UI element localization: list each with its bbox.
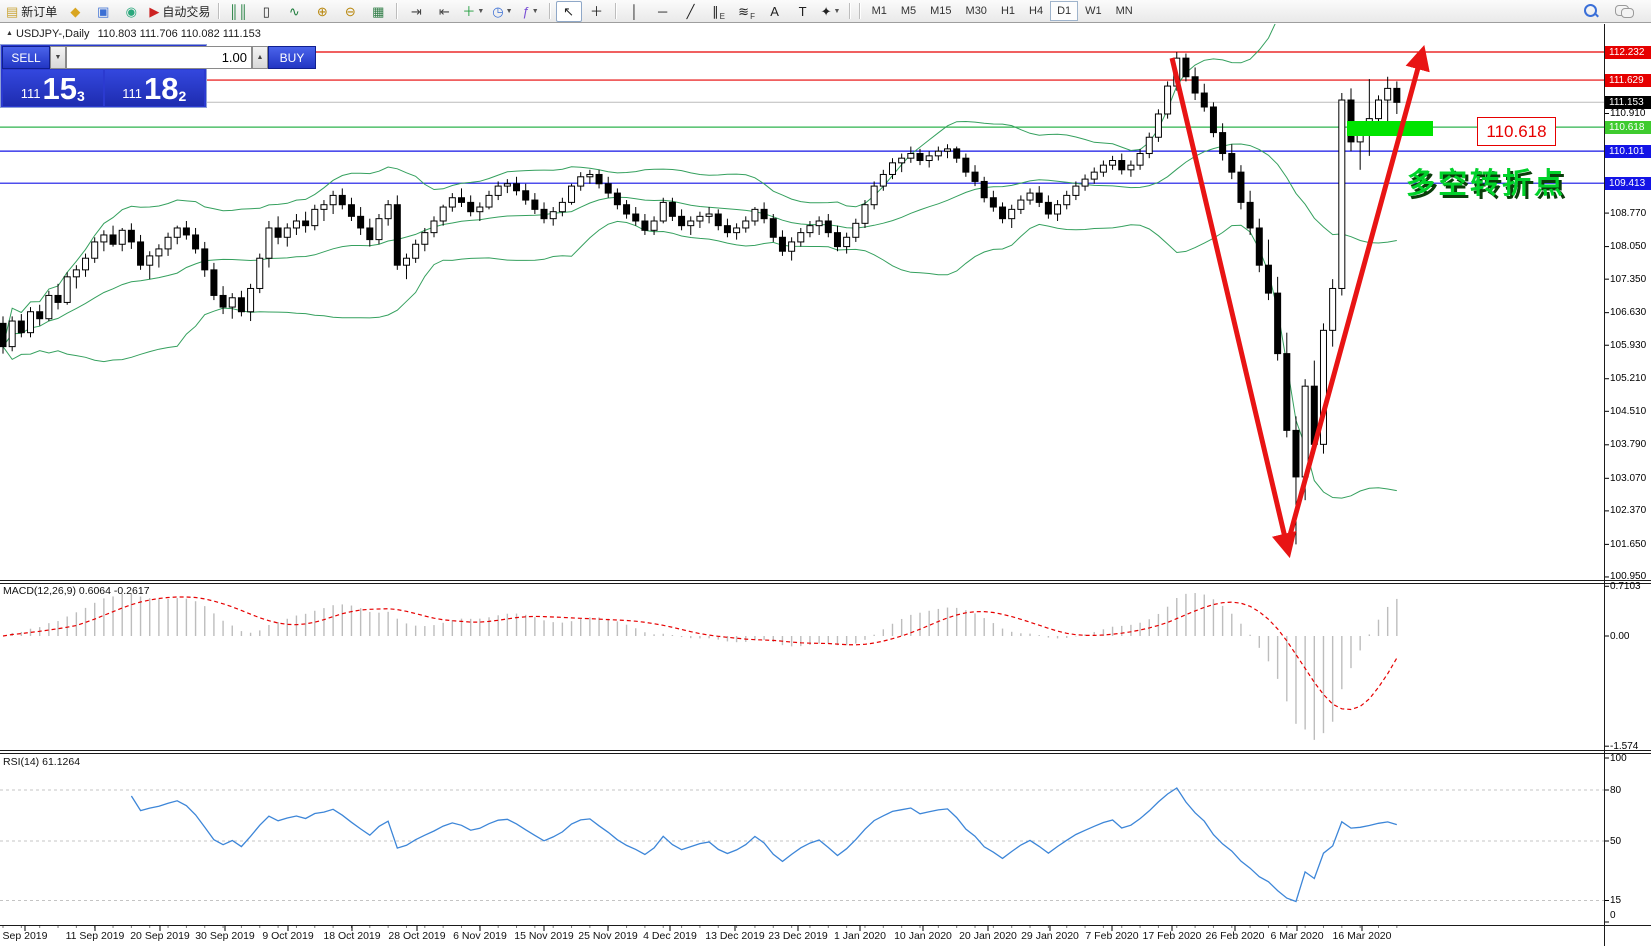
volume-input[interactable] bbox=[66, 46, 252, 69]
sell-price-handle: 111 bbox=[21, 86, 41, 101]
price-tick-107.350: 107.350 bbox=[1610, 273, 1646, 286]
date-tick-label: 25 Nov 2019 bbox=[578, 930, 638, 942]
date-tick-label: 4 Dec 2019 bbox=[643, 930, 697, 942]
macd-histogram bbox=[3, 593, 1397, 740]
chart-symbol-period: USDJPY-,Daily bbox=[16, 28, 90, 40]
price-callout-label[interactable]: 110.618 bbox=[1477, 117, 1556, 146]
price-tick-104.510: 104.510 bbox=[1610, 405, 1646, 418]
date-tick-label: 10 Jan 2020 bbox=[894, 930, 952, 942]
date-tick-label: 6 Nov 2019 bbox=[453, 930, 507, 942]
date-tick-label: 23 Dec 2019 bbox=[768, 930, 828, 942]
mt4-window: ▤新订单◆▣◉▶自动交易║║▯∿⊕⊖▦⇥⇤＋▼◷▼ƒ▼↖＋│─╱∥E≋FAT✦▼… bbox=[0, 0, 1651, 946]
macd-pane-separator[interactable] bbox=[0, 580, 1651, 584]
date-tick-label: 26 Feb 2020 bbox=[1206, 930, 1265, 942]
rsi-indicator-label: RSI(14) 61.1264 bbox=[3, 756, 80, 768]
date-tick-label: 7 Feb 2020 bbox=[1085, 930, 1138, 942]
date-tick-label: 6 Mar 2020 bbox=[1270, 930, 1323, 942]
date-tick-label: 1 Jan 2020 bbox=[834, 930, 886, 942]
buy-price[interactable]: 111 18 2 bbox=[105, 70, 205, 106]
date-tick-label: 20 Sep 2019 bbox=[130, 930, 190, 942]
date-tick-label: 11 Sep 2019 bbox=[66, 930, 125, 942]
price-marker-111.153: 111.153 bbox=[1605, 96, 1651, 109]
date-tick-label: 30 Sep 2019 bbox=[195, 930, 255, 942]
price-marker-109.413: 109.413 bbox=[1605, 177, 1651, 190]
price-marker-110.618: 110.618 bbox=[1605, 121, 1651, 134]
price-tick-106.630: 106.630 bbox=[1610, 306, 1646, 319]
buy-price-handle: 111 bbox=[122, 86, 142, 101]
macd-tick-0.7103: 0.7103 bbox=[1610, 580, 1641, 593]
volume-increase-button[interactable]: ▲ bbox=[252, 46, 268, 69]
date-tick-label: Sep 2019 bbox=[3, 930, 48, 942]
rsi-tick-100: 100 bbox=[1610, 752, 1627, 765]
macd-signal-line bbox=[3, 597, 1397, 710]
price-tick-105.210: 105.210 bbox=[1610, 372, 1646, 385]
buy-price-pip: 2 bbox=[178, 88, 186, 104]
price-axis-border bbox=[1604, 24, 1605, 946]
price-marker-111.629: 111.629 bbox=[1605, 74, 1651, 87]
rsi-tick-50: 50 bbox=[1610, 835, 1621, 848]
sell-price-pip: 3 bbox=[77, 88, 85, 104]
one-click-collapse-icon[interactable]: ▲ bbox=[6, 30, 13, 37]
rsi-tick-80: 80 bbox=[1610, 784, 1621, 797]
date-tick-label: 13 Dec 2019 bbox=[705, 930, 765, 942]
trend-arrow-1[interactable] bbox=[1172, 58, 1287, 546]
volume-decrease-button[interactable]: ▼ bbox=[50, 46, 66, 69]
sell-price[interactable]: 111 15 3 bbox=[3, 70, 103, 106]
price-tick-108.050: 108.050 bbox=[1610, 240, 1646, 253]
sell-button[interactable]: SELL bbox=[2, 46, 50, 69]
turning-point-annotation[interactable]: 多空转折点 bbox=[1406, 160, 1566, 202]
price-tick-103.070: 103.070 bbox=[1610, 472, 1646, 485]
buy-price-main: 18 bbox=[144, 74, 178, 104]
date-tick-label: 16 Mar 2020 bbox=[1333, 930, 1392, 942]
date-tick-label: 18 Oct 2019 bbox=[323, 930, 380, 942]
date-tick-label: 20 Jan 2020 bbox=[959, 930, 1017, 942]
sell-price-main: 15 bbox=[42, 74, 76, 104]
date-tick-label: 17 Feb 2020 bbox=[1143, 930, 1202, 942]
price-tick-108.770: 108.770 bbox=[1610, 207, 1646, 220]
price-marker-110.101: 110.101 bbox=[1605, 145, 1651, 158]
date-tick-label: 29 Jan 2020 bbox=[1021, 930, 1079, 942]
rsi-tick-15: 15 bbox=[1610, 894, 1621, 907]
date-tick-label: 15 Nov 2019 bbox=[514, 930, 574, 942]
macd-indicator-label: MACD(12,26,9) 0.6064 -0.2617 bbox=[3, 585, 150, 597]
one-click-trading-panel: SELL ▼ ▲ BUY 111 15 3 111 18 2 bbox=[0, 44, 207, 108]
rsi-pane-separator[interactable] bbox=[0, 750, 1651, 754]
price-marker-112.232: 112.232 bbox=[1605, 46, 1651, 59]
date-axis-border bbox=[0, 925, 1651, 926]
macd-tick-0.00: 0.00 bbox=[1610, 630, 1629, 643]
price-tick-105.930: 105.930 bbox=[1610, 339, 1646, 352]
green-highlight-rectangle[interactable] bbox=[1347, 121, 1433, 136]
chart-ohlc-values: 110.803 111.706 110.082 111.153 bbox=[98, 28, 261, 40]
chart-title: ▲USDJPY-,Daily 110.803 111.706 110.082 1… bbox=[6, 28, 261, 40]
buy-button[interactable]: BUY bbox=[268, 46, 316, 69]
date-tick-label: 28 Oct 2019 bbox=[388, 930, 445, 942]
rsi-tick-0: 0 bbox=[1610, 909, 1616, 922]
price-tick-101.650: 101.650 bbox=[1610, 538, 1646, 551]
price-tick-103.790: 103.790 bbox=[1610, 438, 1646, 451]
price-tick-102.370: 102.370 bbox=[1610, 504, 1646, 517]
date-tick-label: 9 Oct 2019 bbox=[262, 930, 313, 942]
rsi-line bbox=[131, 788, 1396, 902]
